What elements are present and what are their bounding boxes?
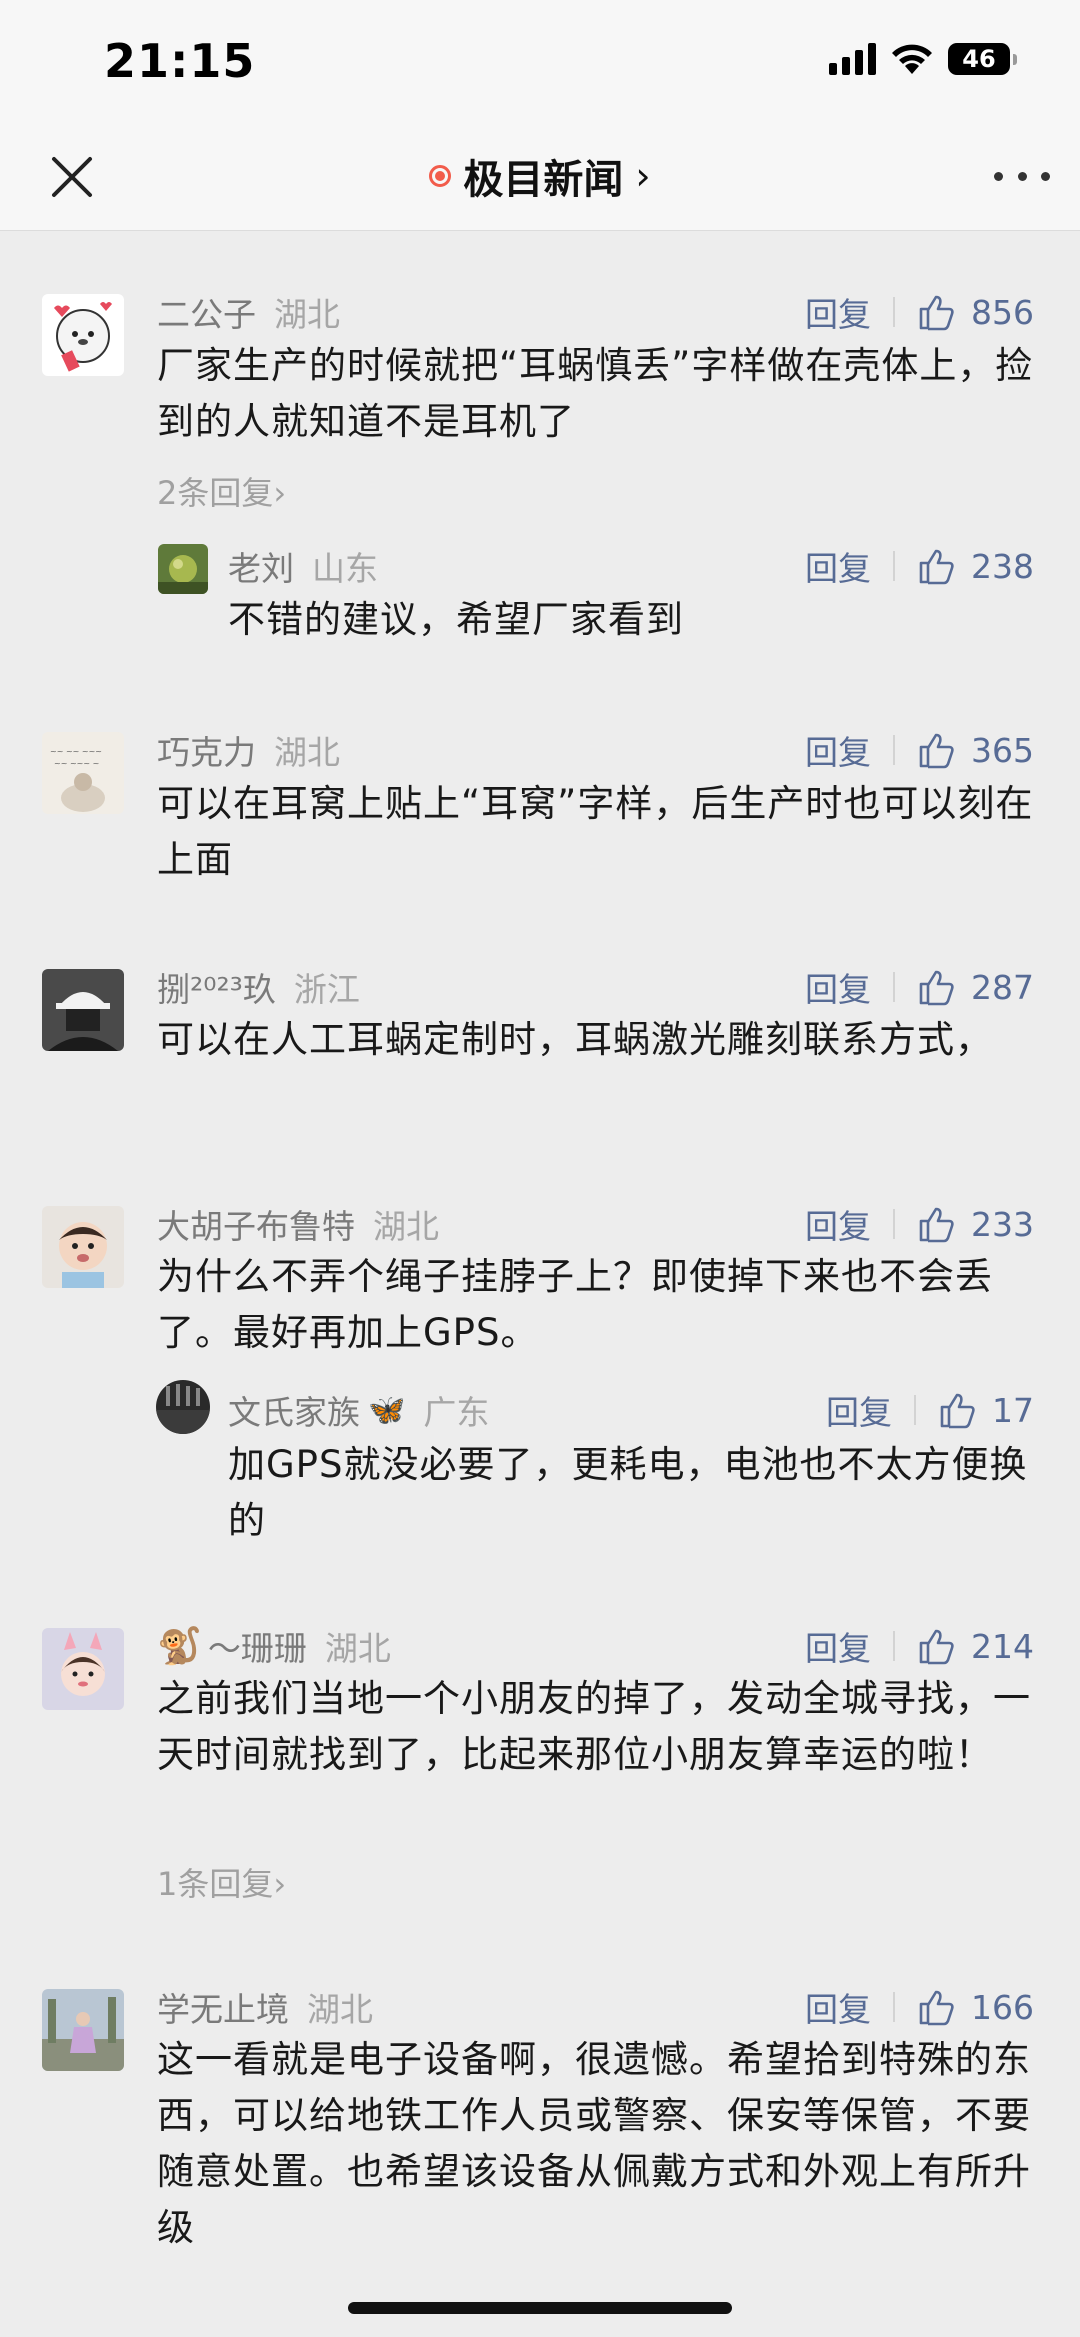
divider bbox=[893, 735, 895, 765]
thumbs-up-icon bbox=[919, 549, 954, 585]
reply-button[interactable]: 回复 bbox=[805, 1983, 871, 2031]
thumbs-up-icon bbox=[919, 1990, 954, 2026]
like-button[interactable]: 166 bbox=[917, 1987, 1034, 2027]
divider bbox=[893, 297, 895, 327]
more-options-icon[interactable] bbox=[994, 161, 1050, 191]
thumbs-up-icon bbox=[919, 1207, 954, 1243]
thumbs-up-icon bbox=[919, 295, 954, 331]
divider bbox=[893, 1209, 895, 1239]
reply-region: 山东 bbox=[312, 549, 378, 588]
thumbs-up-icon bbox=[940, 1393, 975, 1429]
comment-region: 湖北 bbox=[274, 733, 340, 772]
avatar[interactable] bbox=[42, 1628, 124, 1710]
status-icons: 46 bbox=[829, 42, 1017, 76]
like-count: 17 bbox=[992, 1390, 1034, 1430]
reply-button[interactable]: 回复 bbox=[826, 1386, 892, 1434]
divider bbox=[914, 1395, 916, 1425]
avatar[interactable]: ~~ ~~ ~~~ ~~ ~~~ ~ bbox=[42, 732, 124, 814]
avatar[interactable] bbox=[42, 969, 124, 1051]
butterfly-badge-icon: 🦋 bbox=[368, 1392, 406, 1428]
reply-button[interactable]: 回复 bbox=[805, 288, 871, 336]
thumbs-up-icon bbox=[919, 1629, 954, 1665]
avatar[interactable] bbox=[42, 294, 124, 376]
svg-text:~~ ~~ ~~~: ~~ ~~ ~~~ bbox=[50, 747, 102, 756]
comment-text: 为什么不弄个绳子挂脖子上？即使掉下来也不会丢了。最好再加上GPS。 bbox=[157, 1255, 993, 1354]
reply-region: 广东 bbox=[423, 1393, 490, 1432]
divider bbox=[893, 551, 895, 581]
battery-icon: 46 bbox=[948, 43, 1017, 75]
comment-region: 湖北 bbox=[274, 295, 340, 334]
nav-bar: 极目新闻 › bbox=[0, 125, 1080, 231]
status-time: 21:15 bbox=[104, 34, 256, 88]
reply-text: 加GPS就没必要了，更耗电，电池也不太方便换的 bbox=[228, 1443, 1028, 1542]
view-more-replies-link[interactable]: 2条回复› bbox=[157, 468, 286, 514]
comment-region: 浙江 bbox=[293, 970, 360, 1009]
reply-button[interactable]: 回复 bbox=[805, 1200, 871, 1248]
avatar[interactable] bbox=[42, 1989, 124, 2071]
view-more-replies-link[interactable]: 1条回复› bbox=[157, 1859, 286, 1905]
reply-button[interactable]: 回复 bbox=[805, 542, 871, 590]
comment-username[interactable]: 学无止境 bbox=[157, 1983, 289, 2031]
like-count: 238 bbox=[971, 546, 1034, 586]
like-button[interactable]: 365 bbox=[917, 730, 1034, 770]
like-button[interactable]: 233 bbox=[917, 1204, 1034, 1244]
wifi-icon bbox=[892, 44, 932, 74]
monkey-emoji-icon: 🐒 bbox=[157, 1626, 202, 1667]
reply-button[interactable]: 回复 bbox=[805, 726, 871, 774]
comment-text: 可以在人工耳蜗定制时，耳蜗激光雕刻联系方式， bbox=[157, 1018, 993, 1061]
status-bar: 21:15 46 bbox=[0, 0, 1080, 125]
reply-button[interactable]: 回复 bbox=[805, 963, 871, 1011]
home-indicator[interactable] bbox=[348, 2302, 732, 2314]
like-button[interactable]: 856 bbox=[917, 292, 1034, 332]
divider bbox=[893, 1992, 895, 2022]
avatar[interactable] bbox=[42, 1206, 124, 1288]
comment-username[interactable]: 二公子 bbox=[157, 288, 256, 336]
thumbs-up-icon bbox=[919, 733, 954, 769]
divider bbox=[893, 1631, 895, 1661]
reply-username[interactable]: 文氏家族 bbox=[228, 1386, 360, 1434]
comment-text: 之前我们当地一个小朋友的掉了，发动全城寻找，一天时间就找到了，比起来那位小朋友算… bbox=[157, 1677, 1031, 1776]
comment-username[interactable]: 捌²⁰²³玖 bbox=[157, 963, 276, 1011]
like-button[interactable]: 287 bbox=[917, 967, 1034, 1007]
comment-text: 可以在耳窝上贴上“耳窝”字样，后生产时也可以刻在上面 bbox=[157, 782, 1034, 881]
comment-username[interactable]: 大胡子布鲁特 bbox=[157, 1200, 355, 1248]
avatar[interactable] bbox=[156, 1380, 210, 1434]
like-button[interactable]: 238 bbox=[917, 546, 1034, 586]
comment-region: 湖北 bbox=[324, 1629, 391, 1668]
reply-text: 不错的建议，希望厂家看到 bbox=[228, 598, 684, 641]
account-title-button[interactable]: 极目新闻 › bbox=[0, 147, 1080, 205]
comment-username[interactable]: ～珊珊 bbox=[208, 1622, 307, 1670]
battery-level: 46 bbox=[962, 45, 996, 73]
like-count: 856 bbox=[971, 292, 1034, 332]
comment-region: 湖北 bbox=[373, 1207, 439, 1246]
avatar[interactable] bbox=[158, 544, 208, 594]
comment-region: 湖北 bbox=[307, 1990, 373, 2029]
like-button[interactable]: 214 bbox=[917, 1626, 1034, 1666]
live-dot-icon bbox=[429, 165, 452, 187]
like-button[interactable]: 17 bbox=[938, 1390, 1034, 1430]
account-title: 极目新闻 bbox=[463, 157, 624, 203]
reply-button[interactable]: 回复 bbox=[805, 1622, 871, 1670]
like-count: 233 bbox=[971, 1204, 1034, 1244]
like-count: 287 bbox=[971, 967, 1034, 1007]
chevron-right-icon: › bbox=[635, 154, 651, 198]
comment-text: 这一看就是电子设备啊，很遗憾。希望拾到特殊的东西，可以给地铁工作人员或警察、保安… bbox=[157, 2038, 1031, 2249]
comment-username[interactable]: 巧克力 bbox=[157, 726, 256, 774]
comment-text: 厂家生产的时候就把“耳蜗慎丢”字样做在壳体上，捡到的人就知道不是耳机了 bbox=[157, 344, 1034, 443]
thumbs-up-icon bbox=[919, 970, 954, 1006]
divider bbox=[893, 972, 895, 1002]
like-count: 214 bbox=[971, 1626, 1034, 1666]
like-count: 365 bbox=[971, 730, 1034, 770]
like-count: 166 bbox=[971, 1987, 1034, 2027]
svg-text:~~ ~~~ ~: ~~ ~~~ ~ bbox=[54, 759, 99, 768]
reply-username[interactable]: 老刘 bbox=[228, 542, 294, 590]
cellular-signal-icon bbox=[829, 43, 876, 75]
